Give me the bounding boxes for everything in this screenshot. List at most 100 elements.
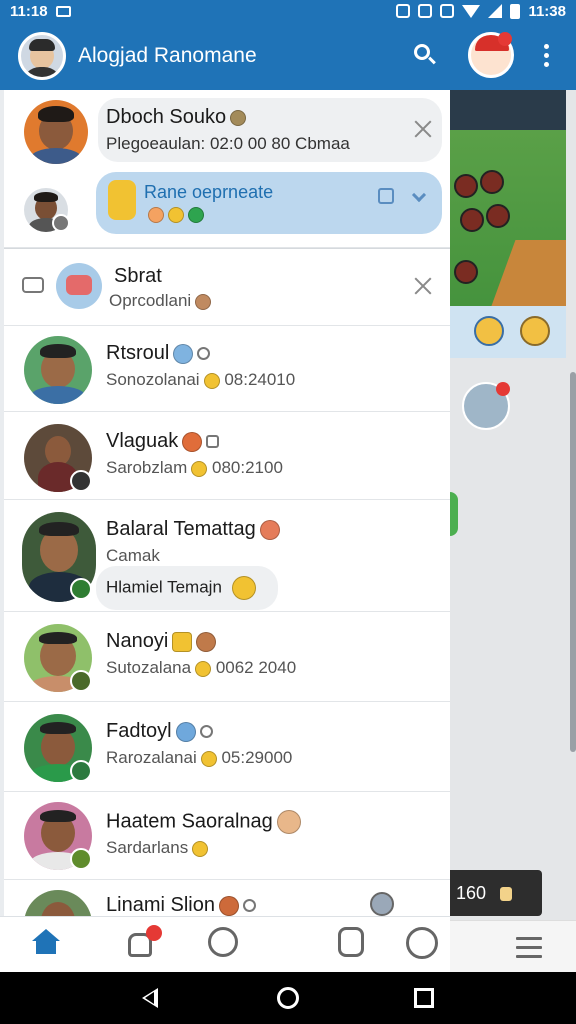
list-item[interactable]: Vlaguak Sarobzlam 080:2100 <box>4 412 450 500</box>
notifications-icon[interactable] <box>124 925 162 961</box>
emoji-icon <box>191 460 208 477</box>
chat-name: Nanoyi <box>106 630 217 653</box>
avatar <box>24 890 92 916</box>
chat-subtitle: Sardarlans <box>106 838 209 858</box>
list-item[interactable]: Balaral Temattag Camak Hlamiel Temajn <box>4 500 450 612</box>
bottom-navigation <box>0 916 450 972</box>
emoji-icon <box>276 810 301 834</box>
emoji-icon <box>196 631 217 652</box>
status-badge <box>70 760 92 782</box>
hamburger-menu-icon[interactable] <box>516 937 542 964</box>
close-icon[interactable] <box>414 277 432 295</box>
signal-icon <box>488 4 503 18</box>
emoji-icon <box>218 895 239 916</box>
account-avatar[interactable] <box>18 32 66 80</box>
emoji-icon <box>173 343 194 364</box>
chat-name: Fadtoyl <box>106 720 213 743</box>
group-avatar <box>56 263 102 309</box>
mail-icon <box>55 5 71 17</box>
check-icon <box>188 206 204 223</box>
settings-icon[interactable] <box>406 927 438 959</box>
edit-icon[interactable] <box>378 188 394 204</box>
chat-subtitle: Camak <box>106 546 160 565</box>
chat-name-text: Fadtoyl <box>106 720 172 742</box>
group-chat-row[interactable]: Sbrat Oprcodlani <box>4 248 450 326</box>
drawer-title: Alogjad Ranomane <box>78 44 257 67</box>
list-item[interactable]: Linami Slion <box>4 880 450 916</box>
status-icon[interactable] <box>338 927 364 957</box>
chat-time: 080:2100 <box>212 458 283 477</box>
emoji-icon <box>148 206 164 223</box>
emoji-icon <box>182 431 203 452</box>
chat-time: 05:29000 <box>221 748 293 767</box>
chat-subtitle: Rarozalanai 05:29000 <box>106 748 292 768</box>
game-board-image <box>450 90 566 358</box>
group-subtitle: Oprcodlani <box>109 291 212 311</box>
chat-name-text: Nanoyi <box>106 630 169 652</box>
status-badge <box>70 470 92 492</box>
emoji-icon <box>203 372 220 389</box>
avatar <box>24 336 92 404</box>
chat-time: 08:24010 <box>224 370 296 389</box>
notification-badge <box>498 32 512 46</box>
sticker-icon <box>108 180 136 220</box>
pinned-chat-row[interactable]: Dboch Souko Plegoeaulan: 02:0 00 80 Cbma… <box>4 90 450 248</box>
status-ring-icon <box>206 435 220 449</box>
chat-subtitle-text: Sardarlans <box>106 838 189 857</box>
nfc-icon <box>418 4 433 18</box>
emoji-icon <box>192 840 209 857</box>
reply-text: Rane oeprneate <box>144 182 274 202</box>
emoji-icon <box>195 660 212 677</box>
group-subtitle-text: Oprcodlani <box>109 291 192 310</box>
home-icon[interactable] <box>30 927 64 961</box>
background-app-topbar <box>450 22 576 90</box>
status-badge <box>70 848 92 870</box>
list-item[interactable]: Rtsroul Sonozolanai 08:24010 <box>4 326 450 412</box>
drawer-header: Alogjad Ranomane <box>0 22 450 90</box>
home-button[interactable] <box>277 987 299 1009</box>
reply-preview: Hlamiel Temajn <box>106 576 256 600</box>
chat-name: Linami Slion <box>106 894 256 916</box>
close-icon[interactable] <box>414 120 432 138</box>
status-badge <box>52 214 70 232</box>
back-button[interactable] <box>142 988 158 1008</box>
emoji-icon <box>175 721 196 742</box>
status-badge <box>70 670 92 692</box>
reaction-row <box>144 206 204 224</box>
status-ring-icon <box>197 347 211 361</box>
battery-icon <box>510 3 521 19</box>
chat-name-text: Vlaguak <box>106 430 179 452</box>
chat-name-text: Haatem Saoralnag <box>106 810 273 833</box>
background-app: 160 <box>450 22 576 972</box>
chat-name: Rtsroul <box>106 342 211 365</box>
chat-subtitle-text: Rarozalanai <box>106 748 197 767</box>
chat-name: Balaral Temattag <box>106 518 280 541</box>
overflow-menu-icon[interactable] <box>544 44 550 71</box>
avatar <box>24 100 88 164</box>
list-item[interactable]: Haatem Saoralnag Sardarlans <box>4 792 450 880</box>
chat-icon[interactable] <box>208 927 238 957</box>
list-item[interactable]: Nanoyi Sutozalana 0062 2040 <box>4 612 450 702</box>
chat-subtitle: Sonozolanai 08:24010 <box>106 370 295 390</box>
emoji-icon <box>200 750 217 767</box>
chat-subtitle: Sutozalana 0062 2040 <box>106 658 296 678</box>
notification-badge <box>146 925 162 941</box>
status-ring-icon <box>199 725 213 739</box>
list-item[interactable]: Fadtoyl Rarozalanai 05:29000 <box>4 702 450 792</box>
search-icon[interactable] <box>414 44 430 60</box>
pinned-name: Dboch Souko <box>106 106 247 129</box>
status-time-right: 11:38 <box>528 2 566 20</box>
green-tab <box>450 492 458 536</box>
status-bar: 11:18 11:38 <box>0 0 576 22</box>
emoji-icon <box>259 519 280 540</box>
chat-time: 0062 2040 <box>215 658 297 677</box>
background-app-bottombar <box>450 920 576 972</box>
score-icon <box>500 887 513 902</box>
share-icon[interactable] <box>22 277 44 293</box>
status-ring-icon <box>242 899 256 913</box>
scrollbar[interactable] <box>570 372 576 752</box>
floating-avatar-button[interactable] <box>462 382 510 430</box>
emoji-icon <box>370 892 394 916</box>
recents-button[interactable] <box>414 988 434 1008</box>
score-display: 160 <box>450 870 542 916</box>
